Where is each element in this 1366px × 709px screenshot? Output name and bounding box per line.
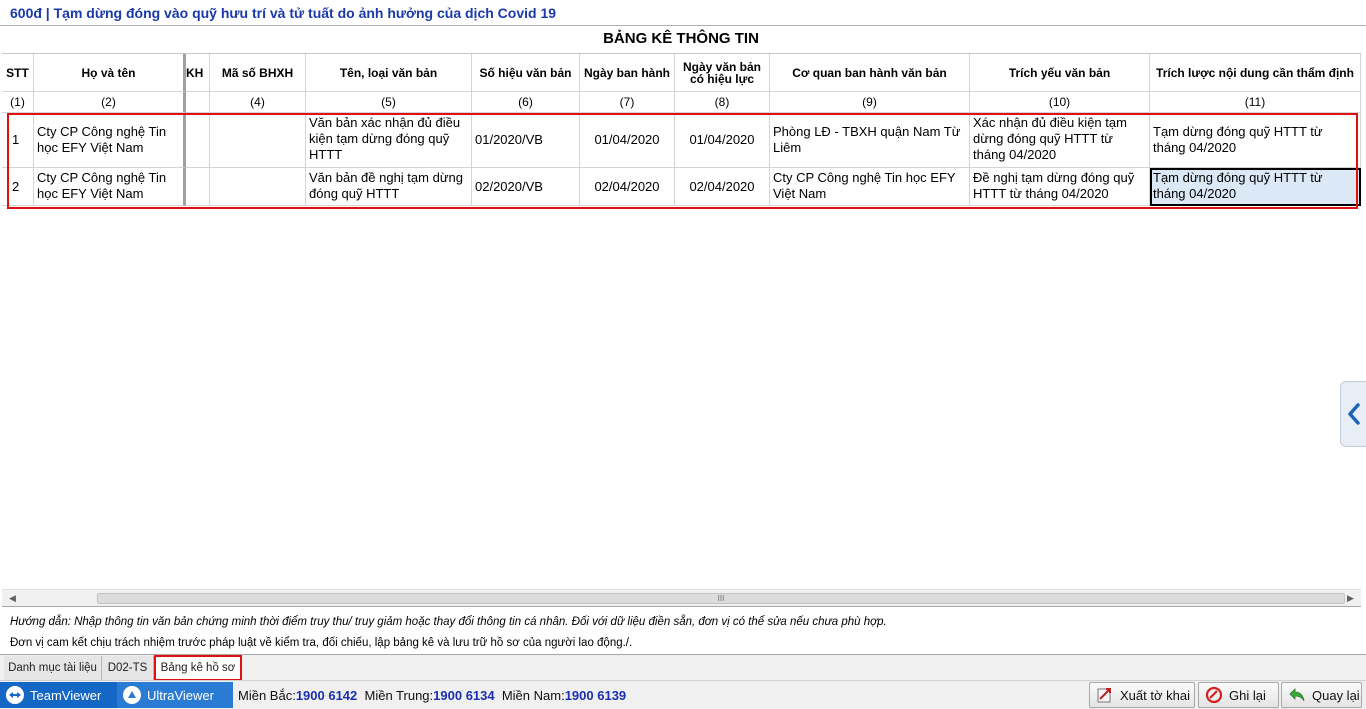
- col-number: (2): [34, 92, 186, 113]
- side-panel-toggle[interactable]: [1340, 381, 1366, 447]
- app-window: 600đ | Tạm dừng đóng vào quỹ hưu trí và …: [0, 0, 1366, 709]
- cell-ho-ten[interactable]: Cty CP Công nghệ Tin học EFY Việt Nam: [34, 168, 186, 206]
- teamviewer-button[interactable]: TeamViewer: [0, 682, 117, 708]
- cell-co-quan[interactable]: Phòng LĐ - TBXH quận Nam Từ Liêm: [770, 113, 970, 168]
- hotline-info: Miền Bắc:1900 6142 Miền Trung:1900 6134 …: [238, 688, 626, 703]
- col-header-trich-yeu[interactable]: Trích yếu văn bản: [970, 54, 1150, 92]
- cell-ten-loai[interactable]: Văn bản đề nghị tạm dừng đóng quỹ HTTT: [306, 168, 472, 206]
- cell-trich-yeu[interactable]: Đề nghị tạm dừng đóng quỹ HTTT từ tháng …: [970, 168, 1150, 206]
- tab-danh-muc-tai-lieu[interactable]: Danh mục tài liệu: [4, 656, 102, 680]
- cell-ten-loai[interactable]: Văn bản xác nhận đủ điều kiện tạm dừng đ…: [306, 113, 472, 168]
- back-label: Quay lại: [1312, 687, 1360, 703]
- divider: [0, 25, 1366, 26]
- data-grid[interactable]: STT Họ và tên KH Mã số BHXH Tên, loại vă…: [2, 53, 1361, 606]
- export-button[interactable]: Xuất tờ khai: [1089, 682, 1195, 708]
- mien-bac-label: Miền Bắc:: [238, 688, 296, 703]
- mien-trung-label: Miền Trung:: [364, 688, 434, 703]
- col-number: (8): [675, 92, 770, 113]
- col-header-stt[interactable]: STT: [2, 54, 34, 92]
- col-number: (5): [306, 92, 472, 113]
- col-header-trich-luoc[interactable]: Trích lược nội dung cần thẩm định: [1150, 54, 1361, 92]
- cell-ma-so-bhxh[interactable]: [210, 168, 306, 206]
- col-header-co-quan[interactable]: Cơ quan ban hành văn bản: [770, 54, 970, 92]
- cell-ho-ten[interactable]: Cty CP Công nghệ Tin học EFY Việt Nam: [34, 113, 186, 168]
- commitment-text: Đơn vị cam kết chịu trách nhiệm trước ph…: [10, 637, 633, 649]
- mien-bac-phone: 1900 6142: [295, 688, 358, 703]
- guide-text: Hướng dẫn: Nhập thông tin văn bản chứng …: [10, 616, 887, 628]
- tab-bang-ke-ho-so[interactable]: Bảng kê hồ sơ: [154, 655, 242, 681]
- col-header-ngay-hieu-luc-line1: Ngày văn bản: [682, 59, 762, 74]
- horizontal-scrollbar[interactable]: ◀ III ▶: [2, 589, 1361, 606]
- col-header-ma-so-bhxh[interactable]: Mã số BHXH: [210, 54, 306, 92]
- sheet-tabs: Danh mục tài liệu D02-TS Bảng kê hồ sơ: [0, 654, 1366, 681]
- save-icon: [1205, 686, 1223, 704]
- export-icon: [1097, 688, 1111, 703]
- col-number: (7): [580, 92, 675, 113]
- chevron-left-icon: [1347, 403, 1360, 425]
- scroll-thumb[interactable]: III: [97, 593, 1345, 604]
- col-number: [186, 92, 210, 113]
- guide-area: Hướng dẫn: Nhập thông tin văn bản chứng …: [2, 606, 1361, 654]
- cell-ngay-hieu-luc[interactable]: 01/04/2020: [675, 113, 770, 168]
- sheet-title: BẢNG KÊ THÔNG TIN: [603, 30, 759, 47]
- cell-trich-yeu[interactable]: Xác nhận đủ điều kiện tạm dừng đóng quỹ …: [970, 113, 1150, 168]
- status-bar: TeamViewer UltraViewer Miền Bắc:1900 614…: [0, 680, 1366, 709]
- form-title: 600đ | Tạm dừng đóng vào quỹ hưu trí và …: [10, 5, 557, 21]
- col-header-ten-loai[interactable]: Tên, loại văn bản: [306, 54, 472, 92]
- cell-stt[interactable]: 1: [2, 113, 34, 168]
- cell-ma-so-bhxh[interactable]: [210, 113, 306, 168]
- save-label: Ghi lại: [1229, 687, 1266, 703]
- scroll-right-arrow-icon[interactable]: ▶: [1342, 590, 1359, 607]
- teamviewer-label: TeamViewer: [30, 687, 102, 703]
- cell-clipped[interactable]: [186, 113, 210, 168]
- cell-clipped[interactable]: [186, 168, 210, 206]
- mien-trung-phone: 1900 6134: [433, 688, 495, 703]
- col-number: (4): [210, 92, 306, 113]
- mien-nam-phone: 1900 6139: [564, 688, 627, 703]
- cell-ngay-ban-hanh[interactable]: 01/04/2020: [580, 113, 675, 168]
- col-header-ngay-ban-hanh[interactable]: Ngày ban hành: [580, 54, 675, 92]
- cell-so-hieu[interactable]: 02/2020/VB: [472, 168, 580, 206]
- teamviewer-icon: [6, 686, 24, 704]
- ultraviewer-icon: [123, 686, 141, 704]
- cell-so-hieu[interactable]: 01/2020/VB: [472, 113, 580, 168]
- mien-nam-label: Miền Nam:: [501, 688, 565, 703]
- scroll-left-arrow-icon[interactable]: ◀: [4, 590, 21, 607]
- cell-co-quan[interactable]: Cty CP Công nghệ Tin học EFY Việt Nam: [770, 168, 970, 206]
- ultraviewer-label: UltraViewer: [147, 687, 214, 703]
- col-number: (6): [472, 92, 580, 113]
- col-header-ngay-hieu-luc[interactable]: Ngày văn bản có hiệu lực: [675, 54, 770, 92]
- cell-stt[interactable]: 2: [2, 168, 34, 206]
- col-number: (11): [1150, 92, 1361, 113]
- col-number: (10): [970, 92, 1150, 113]
- tab-d02-ts[interactable]: D02-TS: [102, 656, 154, 680]
- save-button[interactable]: Ghi lại: [1198, 682, 1279, 708]
- back-button[interactable]: Quay lại: [1281, 682, 1362, 708]
- col-header-so-hieu[interactable]: Số hiệu văn bản: [472, 54, 580, 92]
- ultraviewer-button[interactable]: UltraViewer: [117, 682, 233, 708]
- col-header-clipped[interactable]: KH: [186, 54, 210, 92]
- cell-ngay-hieu-luc[interactable]: 02/04/2020: [675, 168, 770, 206]
- col-header-ngay-hieu-luc-line2: có hiệu lực: [689, 71, 755, 86]
- col-header-ho-ten[interactable]: Họ và tên: [34, 54, 186, 92]
- cell-trich-luoc-selected[interactable]: Tạm dừng đóng quỹ HTTT từ tháng 04/2020: [1150, 168, 1361, 206]
- col-number: (9): [770, 92, 970, 113]
- col-number: (1): [2, 92, 34, 113]
- export-label: Xuất tờ khai: [1120, 687, 1190, 703]
- back-arrow-icon: [1289, 688, 1305, 702]
- cell-trich-luoc[interactable]: Tạm dừng đóng quỹ HTTT từ tháng 04/2020: [1150, 113, 1361, 168]
- cell-ngay-ban-hanh[interactable]: 02/04/2020: [580, 168, 675, 206]
